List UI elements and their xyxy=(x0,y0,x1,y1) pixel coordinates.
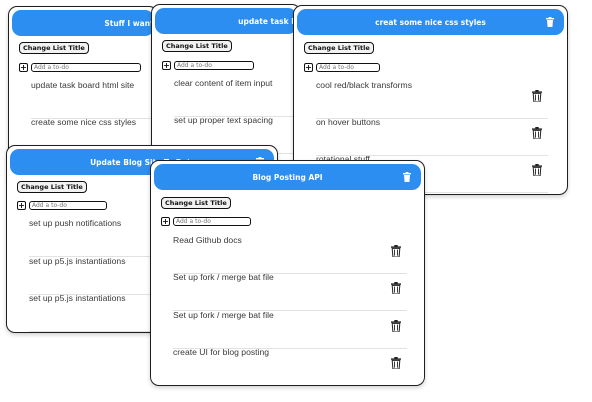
trash-icon[interactable] xyxy=(546,17,554,27)
trash-icon[interactable] xyxy=(391,282,401,294)
list-title: update task board xyxy=(238,16,300,26)
todo-item-text: set up p5.js instantiations xyxy=(29,293,126,303)
change-list-title-button[interactable]: Change List Title xyxy=(304,42,374,54)
list-header: Blog Posting API xyxy=(154,164,421,190)
list-header: update task board xyxy=(155,8,300,34)
list-header: Stuff I want xyxy=(12,10,154,36)
add-todo-input[interactable] xyxy=(31,63,141,72)
todo-item-text: set up proper text spacing xyxy=(174,115,273,125)
add-todo-button[interactable]: + xyxy=(162,61,171,70)
add-todo-row: + xyxy=(17,201,107,210)
change-list-title-button[interactable]: Change List Title xyxy=(19,42,89,54)
trash-icon[interactable] xyxy=(532,164,542,176)
todo-item-text: cool red/black transforms xyxy=(316,80,412,90)
todo-item-text: Set up fork / merge bat file xyxy=(173,310,274,320)
change-list-title-button[interactable]: Change List Title xyxy=(162,40,232,52)
trash-icon[interactable] xyxy=(391,320,401,332)
todo-item-text: create UI for blog posting xyxy=(173,347,270,357)
list-title: creat some nice css styles xyxy=(375,17,486,27)
add-todo-row: + xyxy=(304,63,380,72)
todo-item: create UI for blog posting xyxy=(173,347,407,385)
todo-item: Set up fork / merge bat file xyxy=(173,272,407,311)
todo-item: on hover buttons xyxy=(316,117,548,156)
todo-item-text: update task board html site xyxy=(31,80,135,90)
list-header: creat some nice css styles xyxy=(297,9,564,35)
add-todo-input[interactable] xyxy=(316,63,380,72)
trash-icon[interactable] xyxy=(391,357,401,369)
add-todo-row: + xyxy=(162,61,254,70)
trash-icon[interactable] xyxy=(532,127,542,139)
add-todo-row: + xyxy=(19,63,141,72)
todo-item-text: on hover buttons xyxy=(316,117,381,127)
todo-item-text: Read Github docs xyxy=(173,235,242,245)
todo-item-text: set up p5.js instantiations xyxy=(29,256,126,266)
trash-icon[interactable] xyxy=(532,90,542,102)
todo-item-text: clear content of item input xyxy=(174,78,273,88)
trash-icon[interactable] xyxy=(391,245,401,257)
trash-icon[interactable] xyxy=(403,172,411,182)
todo-item-text: Set up fork / merge bat file xyxy=(173,272,274,282)
add-todo-button[interactable]: + xyxy=(304,63,313,72)
add-todo-button[interactable]: + xyxy=(19,63,28,72)
add-todo-input[interactable] xyxy=(174,61,254,70)
todo-item: cool red/black transforms xyxy=(316,80,548,119)
add-todo-button[interactable]: + xyxy=(17,201,26,210)
change-list-title-button[interactable]: Change List Title xyxy=(161,197,231,209)
list-title: Blog Posting API xyxy=(252,172,323,182)
todo-item: clear content of item input xyxy=(174,78,298,117)
change-list-title-button[interactable]: Change List Title xyxy=(17,181,87,193)
todo-item: Set up fork / merge bat file xyxy=(173,310,407,349)
add-todo-input[interactable] xyxy=(173,217,251,226)
add-todo-button[interactable]: + xyxy=(161,217,170,226)
add-todo-row: + xyxy=(161,217,251,226)
add-todo-input[interactable] xyxy=(29,201,107,210)
list-card-blog-posting-api: Blog Posting API Change List Title + Rea… xyxy=(150,160,425,386)
todo-item-text: create some nice css styles xyxy=(31,117,137,127)
list-title: Stuff I want xyxy=(104,18,154,28)
todo-item: Read Github docs xyxy=(173,235,407,274)
todo-item-text: set up push notifications xyxy=(29,218,122,228)
todo-item: update task board html site xyxy=(31,80,155,119)
